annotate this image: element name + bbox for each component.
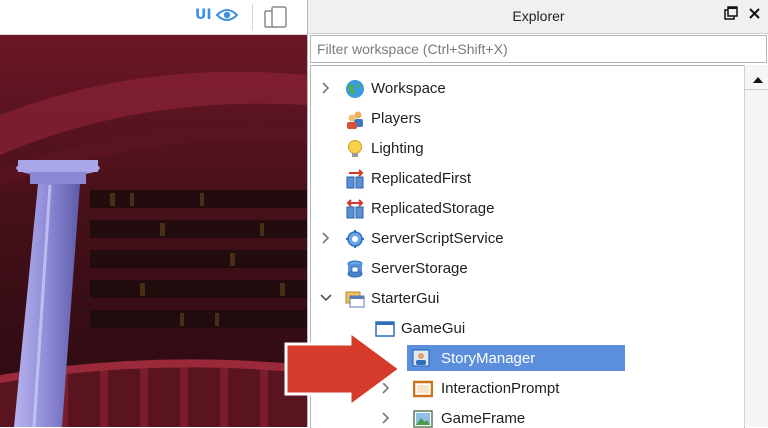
ui-toggle-label: UI	[195, 7, 212, 23]
tree-item-label: GameFrame	[441, 409, 526, 427]
explorer-header-controls	[724, 6, 761, 20]
tree-item-serverscriptservice[interactable]: ServerScriptService	[311, 223, 744, 253]
tree-item-label: GameGui	[401, 319, 466, 337]
tree-label-wrap: ServerStorage	[367, 255, 474, 281]
tree-item-players[interactable]: Players	[311, 103, 744, 133]
selection-highlight: StoryManager	[407, 345, 625, 371]
tree-label-wrap: InteractionPrompt	[437, 375, 565, 401]
chevron-right-icon[interactable]	[319, 230, 333, 246]
tree-item-label: ReplicatedFirst	[371, 169, 472, 187]
tree-item-lighting[interactable]: Lighting	[311, 133, 744, 163]
tree-item-label: Players	[371, 109, 422, 127]
frame-icon	[413, 380, 433, 398]
explorer-title: Explorer	[512, 8, 565, 24]
tree-item-serverstorage[interactable]: ServerStorage	[311, 253, 744, 283]
image-frame-icon	[413, 410, 433, 428]
chevron-right-icon[interactable]	[379, 410, 393, 426]
ui-visibility-toggle[interactable]: UI	[195, 7, 238, 23]
tree-item-startergui[interactable]: StarterGui	[311, 283, 744, 313]
close-icon[interactable]	[748, 7, 761, 20]
eye-icon	[215, 9, 238, 21]
tree-item-label: InteractionPrompt	[441, 379, 560, 397]
tree-label-wrap: Players	[367, 105, 427, 131]
explorer-header: Explorer	[308, 0, 768, 34]
replicated-storage-icon	[346, 199, 364, 219]
tree-label-wrap: ServerScriptService	[367, 225, 510, 251]
tree-label-wrap: ReplicatedFirst	[367, 165, 477, 191]
game-scene	[0, 35, 307, 427]
tree-item-label: Workspace	[371, 79, 446, 97]
scroll-up-button[interactable]	[745, 71, 768, 90]
tree-label-wrap: StarterGui	[367, 285, 445, 311]
tree-label-wrap: GameFrame	[437, 405, 531, 428]
triangle-up-icon	[752, 77, 763, 83]
explorer-scrollbar[interactable]	[744, 65, 768, 427]
lightbulb-icon	[348, 140, 362, 157]
tree-item-label: StoryManager	[441, 349, 536, 367]
tree-item-replicatedstorage[interactable]: ReplicatedStorage	[311, 193, 744, 223]
device-emulator-button[interactable]	[252, 4, 299, 30]
tree-item-label: StarterGui	[371, 289, 440, 307]
viewport-toolbar: UI	[0, 0, 307, 35]
tree-item-label: ServerStorage	[371, 259, 468, 277]
replicated-first-icon	[346, 169, 364, 189]
globe-icon	[346, 80, 364, 98]
players-icon	[347, 111, 363, 129]
tree-item-label: ReplicatedStorage	[371, 199, 495, 217]
starter-gui-icon	[345, 291, 365, 308]
tree-item-replicatedfirst[interactable]: ReplicatedFirst	[311, 163, 744, 193]
tree-item-label: ServerScriptService	[371, 229, 504, 247]
filter-workspace-input[interactable]	[311, 36, 766, 62]
server-script-service-icon	[346, 230, 364, 248]
local-script-icon	[412, 349, 430, 367]
undock-icon[interactable]	[724, 6, 738, 20]
tree-item-workspace[interactable]: Workspace	[311, 73, 744, 103]
tree-item-label: Lighting	[371, 139, 424, 157]
tree-label-wrap: Workspace	[367, 75, 452, 101]
server-storage-icon	[347, 260, 363, 278]
device-icon	[264, 6, 287, 28]
tree-label-wrap: ReplicatedStorage	[367, 195, 500, 221]
chevron-right-icon[interactable]	[319, 80, 333, 96]
chevron-down-icon[interactable]	[319, 290, 333, 306]
red-arrow-annotation	[284, 330, 403, 408]
filter-box	[310, 35, 767, 63]
viewport[interactable]: UI	[0, 0, 307, 427]
tree-label-wrap: GameGui	[397, 315, 471, 341]
tree-label-wrap: Lighting	[367, 135, 430, 161]
